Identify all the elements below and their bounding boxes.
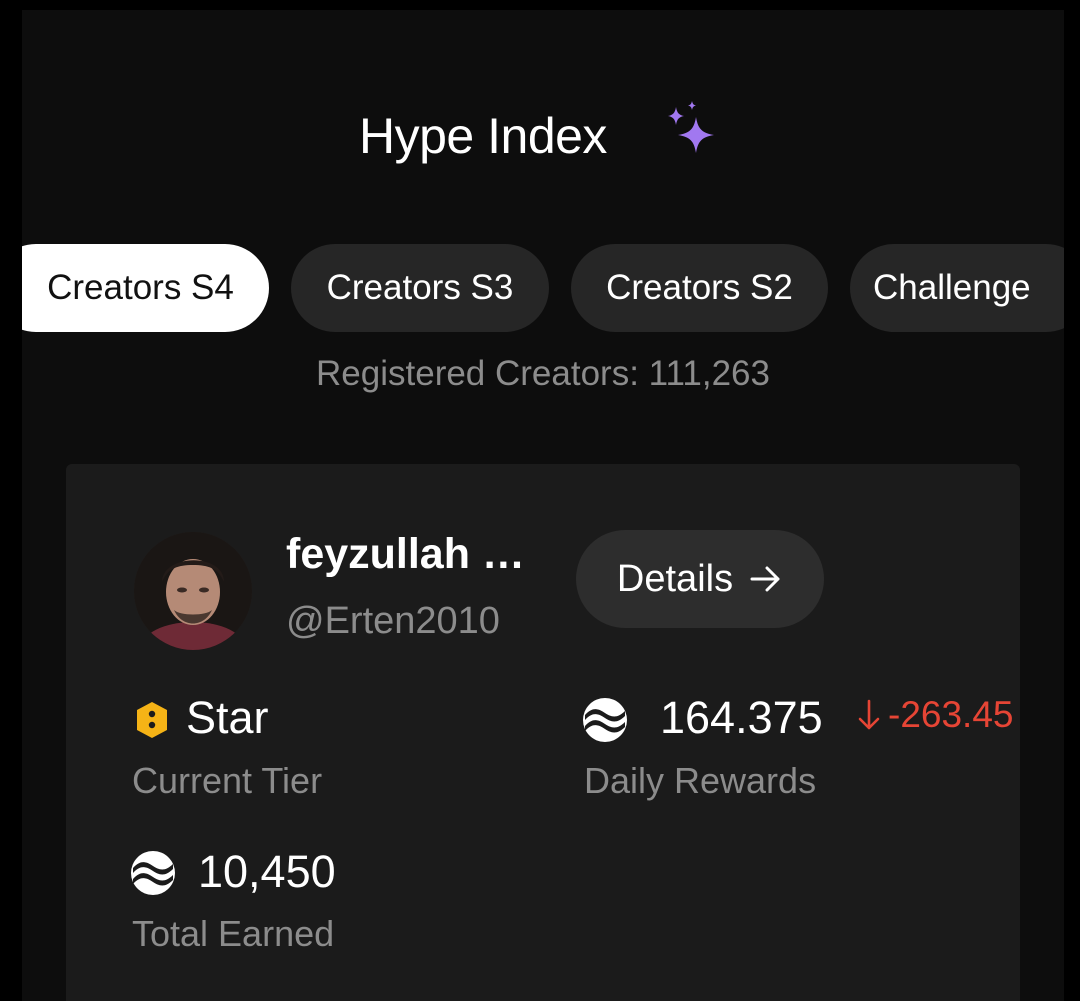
- daily-rewards-label: Daily Rewards: [584, 760, 817, 801]
- tab-challenge[interactable]: Challenge: [850, 244, 1064, 332]
- tab-creators-s2[interactable]: Creators S2: [571, 244, 828, 332]
- tab-creators-s4[interactable]: Creators S4: [22, 244, 269, 332]
- current-tier-label: Current Tier: [132, 760, 323, 801]
- avatar-photo: [134, 532, 252, 650]
- daily-rewards-change: -263.45: [856, 694, 1014, 736]
- creator-handle: @Erten2010: [286, 600, 500, 642]
- season-tabs: Creators S4 Creators S3 Creators S2 Chal…: [22, 244, 1064, 332]
- daily-rewards-change-value: -263.45: [888, 694, 1014, 735]
- avatar[interactable]: [134, 532, 252, 650]
- star-tier-badge-icon: [137, 702, 167, 738]
- total-earned-label: Total Earned: [132, 913, 335, 954]
- creator-card: feyzullah … @Erten2010 Details Star Curr…: [66, 464, 1020, 1001]
- details-button[interactable]: Details: [576, 530, 824, 628]
- daily-rewards-value: 164.375: [660, 692, 823, 743]
- coin-icon: [583, 698, 627, 742]
- sparkles-icon: [668, 101, 714, 153]
- arrow-right-icon: [750, 566, 780, 592]
- title-row: Hype Index: [22, 101, 1064, 195]
- hype-index-panel: Hype Index Creators S4 Creators S3 Creat…: [22, 10, 1064, 1001]
- coin-icon: [131, 851, 175, 895]
- arrow-down-icon: [858, 699, 880, 730]
- tab-creators-s3[interactable]: Creators S3: [291, 244, 549, 332]
- page-title: Hype Index: [359, 108, 607, 164]
- registered-creators-count: Registered Creators: 111,263: [316, 354, 770, 393]
- details-button-label: Details: [616, 557, 734, 600]
- total-earned-value: 10,450: [198, 846, 336, 897]
- current-tier-value: Star: [186, 692, 269, 743]
- creator-name: feyzullah …: [286, 530, 525, 578]
